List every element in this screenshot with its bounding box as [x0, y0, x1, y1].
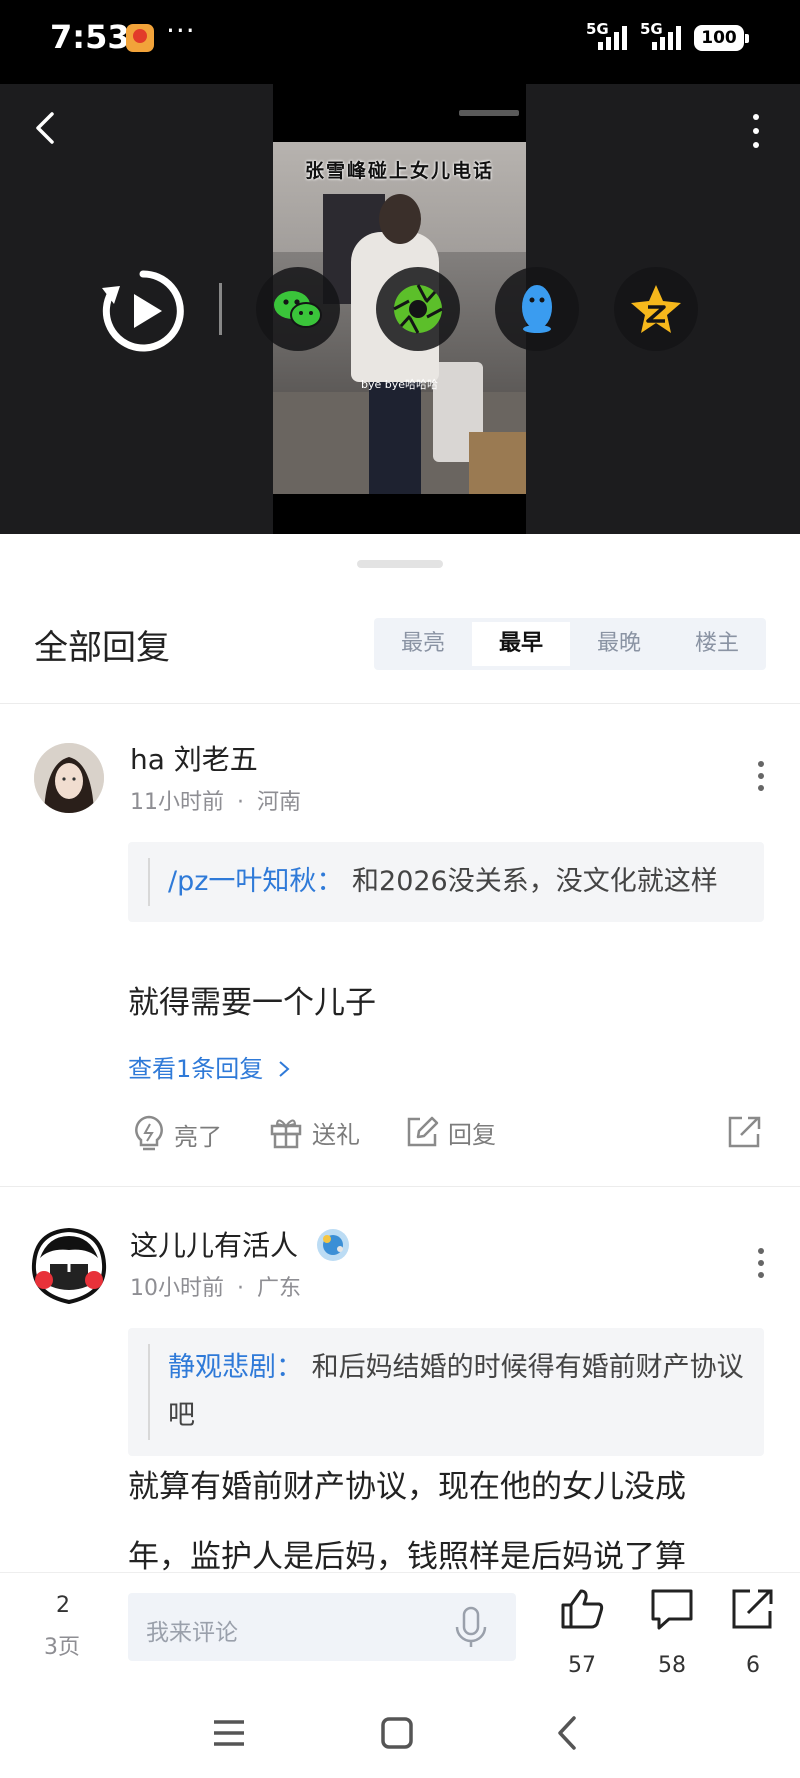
video-caption: 张雪峰碰上女儿电话	[304, 160, 494, 182]
page-current[interactable]: 2	[56, 1593, 70, 1618]
share-icon	[728, 1116, 761, 1148]
comment-more-button[interactable]	[755, 759, 767, 793]
comment-location: 河南	[257, 790, 302, 815]
share-icon	[732, 1589, 773, 1629]
like-label: 亮了	[174, 1122, 222, 1151]
divider	[0, 1186, 800, 1187]
share-wechat-button[interactable]	[256, 267, 340, 351]
tab-op[interactable]: 楼主	[668, 618, 766, 670]
badge-icon	[316, 1229, 349, 1261]
bottom-bar: 2 3页 我来评论 57 58 6	[0, 1572, 800, 1688]
avatar-image	[34, 743, 104, 813]
replay-icon	[102, 270, 184, 352]
like-count: 57	[568, 1653, 596, 1678]
signal-icon-2	[652, 26, 686, 50]
status-bar: 7:53 ··· 5G 5G 100	[0, 0, 800, 84]
battery-icon: 100	[694, 25, 749, 51]
comments-title: 全部回复	[34, 628, 170, 668]
avatar[interactable]	[34, 743, 104, 813]
avatar-image	[31, 1227, 107, 1305]
comment-text: 就得需要一个儿子	[128, 985, 376, 1021]
reply-button[interactable]: 回复	[404, 1114, 496, 1150]
comment-icon	[651, 1589, 693, 1630]
qzone-icon	[631, 285, 681, 333]
drag-handle[interactable]	[357, 560, 443, 568]
back-nav-icon[interactable]	[552, 1715, 582, 1751]
share-comment-button[interactable]	[726, 1114, 772, 1150]
thumbs-up-icon	[561, 1589, 604, 1629]
gift-label: 送礼	[312, 1120, 360, 1149]
page-total[interactable]: 3页	[44, 1629, 80, 1661]
share-qq-button[interactable]	[495, 267, 579, 351]
tab-latest[interactable]: 最晚	[570, 618, 668, 670]
like-post-button[interactable]: 57	[547, 1587, 617, 1678]
avatar[interactable]	[28, 1224, 110, 1306]
gift-button[interactable]: 送礼	[268, 1114, 360, 1150]
comment-text-line: 就算有婚前财产协议，现在他的女儿没成	[128, 1469, 686, 1505]
comment-post-button[interactable]: 58	[637, 1587, 707, 1678]
quoted-reply[interactable]: 静观悲剧： 和后妈结婚的时候得有婚前财产协议吧	[128, 1328, 764, 1456]
comment-time: 11小时前	[130, 790, 224, 815]
view-replies-label: 查看1条回复	[128, 1055, 264, 1083]
like-button[interactable]: 亮了	[132, 1114, 222, 1154]
comment-more-button[interactable]	[755, 1246, 767, 1280]
wechat-icon	[274, 291, 322, 328]
edit-icon	[407, 1116, 439, 1147]
gift-icon	[270, 1119, 302, 1149]
view-replies-link[interactable]: 查看1条回复	[128, 1049, 291, 1084]
system-nav-bar	[0, 1688, 800, 1778]
menu-icon[interactable]	[212, 1718, 246, 1748]
signal-icon-1	[598, 26, 632, 50]
divider	[0, 703, 800, 704]
username-label: 这儿儿有活人	[130, 1229, 299, 1262]
meta-separator: ·	[237, 790, 244, 815]
username[interactable]: ha 刘老五	[130, 738, 258, 778]
notification-dots: ···	[166, 14, 196, 47]
quote-author[interactable]: 静观悲剧：	[168, 1352, 303, 1383]
comment-input-placeholder: 我来评论	[146, 1620, 238, 1646]
comment-meta: 10小时前 · 广东	[130, 1270, 301, 1302]
microphone-icon[interactable]	[451, 1605, 491, 1651]
meta-separator: ·	[237, 1276, 244, 1301]
back-button[interactable]	[28, 110, 64, 146]
sort-tabs: 最亮 最早 最晚 楼主	[374, 618, 766, 670]
reply-label: 回复	[448, 1120, 496, 1149]
status-time: 7:53	[50, 18, 130, 56]
moments-icon	[393, 284, 443, 334]
comment-input[interactable]: 我来评论	[128, 1593, 516, 1661]
replay-button[interactable]	[98, 266, 188, 356]
share-separator	[219, 283, 222, 335]
share-post-button[interactable]: 6	[718, 1587, 788, 1678]
video-player[interactable]: 张雪峰碰上女儿电话 bye bye哈哈哈	[0, 84, 800, 534]
share-count: 6	[746, 1653, 760, 1678]
video-watermark	[459, 110, 519, 116]
comment-meta: 11小时前 · 河南	[130, 784, 301, 816]
comment-count: 58	[658, 1653, 686, 1678]
quote-text: 和2026没关系，没文化就这样	[352, 866, 718, 897]
home-icon[interactable]	[380, 1716, 414, 1750]
qq-icon	[522, 285, 552, 333]
chevron-right-icon	[279, 1061, 290, 1077]
comment-time: 10小时前	[130, 1276, 224, 1301]
tab-brightest[interactable]: 最亮	[374, 618, 472, 670]
username[interactable]: 这儿儿有活人	[130, 1224, 353, 1264]
share-moments-button[interactable]	[376, 267, 460, 351]
comment-text: 就算有婚前财产协议，现在他的女儿没成 年，监护人是后妈，钱照样是后妈说了算	[128, 1452, 768, 1592]
lightbulb-icon	[135, 1115, 163, 1151]
chevron-left-icon	[36, 112, 54, 144]
quote-author[interactable]: /pz一叶知秋：	[168, 866, 343, 897]
tab-earliest[interactable]: 最早	[472, 622, 570, 666]
more-options-button[interactable]	[740, 112, 772, 152]
quoted-reply[interactable]: /pz一叶知秋： 和2026没关系，没文化就这样	[128, 842, 764, 922]
comment-location: 广东	[257, 1276, 302, 1301]
video-subtitle: bye bye哈哈哈	[360, 378, 439, 391]
share-qzone-button[interactable]	[614, 267, 698, 351]
news-app-icon	[126, 24, 154, 52]
